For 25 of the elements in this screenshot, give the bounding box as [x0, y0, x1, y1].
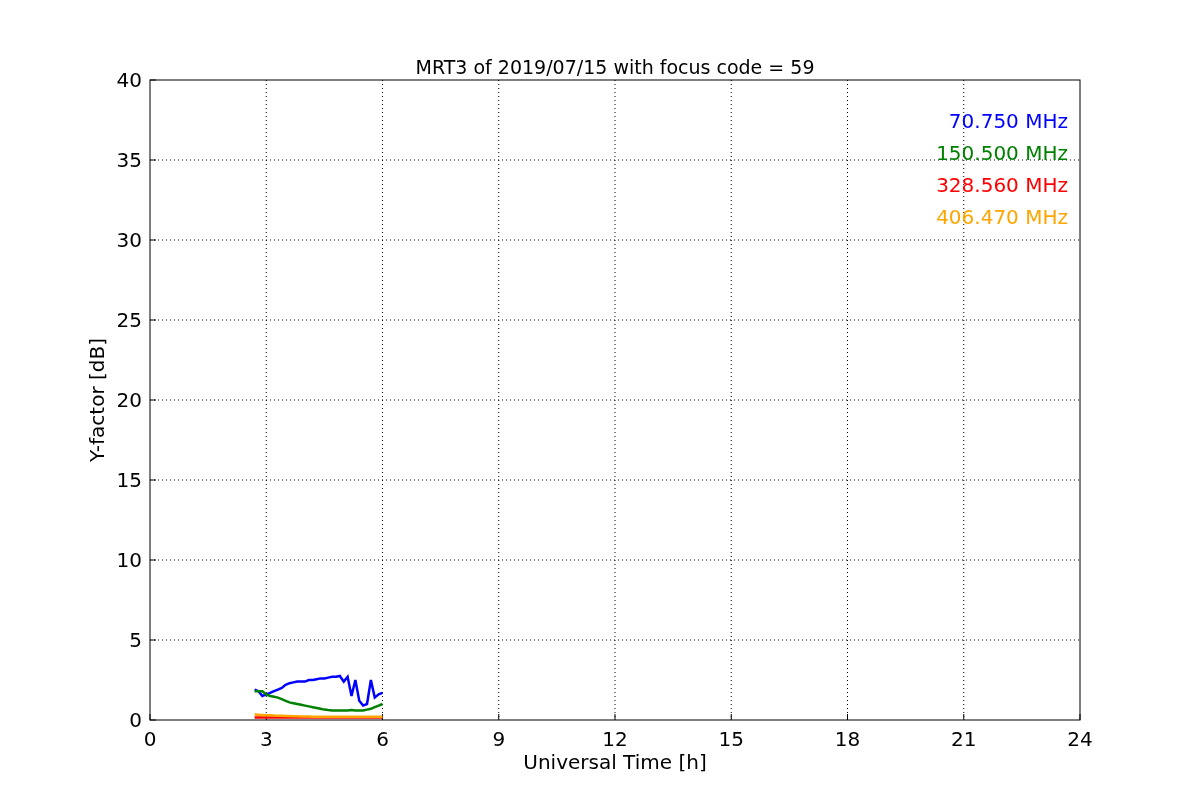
y-tick-label: 0 [129, 708, 142, 732]
y-tick-label: 5 [129, 628, 142, 652]
y-tick-label: 40 [116, 68, 142, 92]
legend-label: 70.750 MHz [948, 109, 1068, 133]
y-tick-label: 20 [116, 388, 142, 412]
y-tick-label: 15 [116, 468, 142, 492]
x-tick-label: 0 [143, 727, 157, 751]
x-tick-label: 24 [1067, 727, 1093, 751]
chart-title: MRT3 of 2019/07/15 with focus code = 59 [415, 56, 815, 78]
y-tick-label: 35 [116, 148, 142, 172]
y-axis-label: Y-factor [dB] [85, 338, 109, 462]
x-tick-label: 9 [492, 727, 506, 751]
x-tick-label: 6 [376, 727, 389, 751]
x-tick-label: 21 [951, 727, 977, 751]
y-tick-label: 10 [116, 548, 142, 572]
legend-label: 328.560 MHz [936, 173, 1068, 197]
x-axis-label: Universal Time [h] [523, 750, 707, 774]
legend-label: 150.500 MHz [936, 141, 1068, 165]
x-tick-label: 18 [834, 727, 861, 751]
y-tick-label: 25 [116, 308, 142, 332]
x-tick-label: 15 [718, 727, 744, 751]
x-tick-label: 12 [602, 727, 628, 751]
x-tick-label: 3 [259, 727, 273, 751]
legend-label: 406.470 MHz [936, 205, 1068, 229]
y-tick-label: 30 [116, 228, 142, 252]
